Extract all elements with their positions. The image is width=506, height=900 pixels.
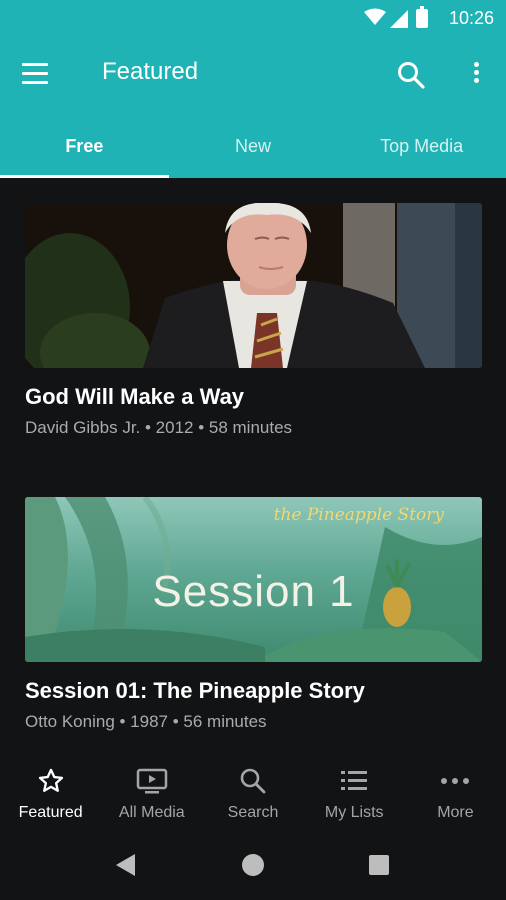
toolbar: Featured bbox=[0, 36, 506, 112]
thumbnail-logo: the Pineapple Story bbox=[273, 505, 444, 525]
media-title[interactable]: God Will Make a Way bbox=[25, 384, 482, 410]
star-icon bbox=[38, 768, 63, 792]
list-icon bbox=[341, 771, 368, 790]
media-thumbnail[interactable]: the Pineapple Story Session 1 bbox=[25, 497, 482, 662]
media-card[interactable]: the Pineapple Story Session 1 Session 01… bbox=[25, 497, 482, 732]
home-icon[interactable] bbox=[242, 854, 264, 876]
signal-icon bbox=[390, 10, 408, 28]
nav-all-media-label: All Media bbox=[118, 804, 185, 821]
media-meta: David Gibbs Jr. • 2012 • 58 minutes bbox=[25, 418, 293, 437]
search-icon[interactable] bbox=[396, 60, 426, 90]
nav-more-label: More bbox=[437, 804, 474, 821]
nav-more[interactable]: More bbox=[405, 748, 506, 832]
overflow-menu-icon[interactable] bbox=[468, 60, 484, 90]
search-icon bbox=[240, 768, 266, 794]
tab-bar: Free New Top Media bbox=[0, 112, 506, 178]
bottom-navigation: Featured All Media Search My Lists More bbox=[0, 748, 506, 832]
status-time: 10:26 bbox=[448, 8, 494, 28]
more-horizontal-icon bbox=[441, 778, 470, 784]
system-navigation-bar bbox=[0, 832, 506, 900]
nav-all-media[interactable]: All Media bbox=[101, 748, 202, 832]
tv-play-icon bbox=[136, 768, 168, 794]
nav-featured-label: Featured bbox=[18, 804, 83, 821]
media-meta: Otto Koning • 1987 • 56 minutes bbox=[25, 712, 267, 731]
nav-featured[interactable]: Featured bbox=[0, 748, 101, 832]
media-card[interactable]: God Will Make a Way David Gibbs Jr. • 20… bbox=[25, 203, 482, 438]
nav-search-label: Search bbox=[227, 804, 279, 821]
nav-my-lists[interactable]: My Lists bbox=[304, 748, 405, 832]
back-icon[interactable] bbox=[116, 854, 135, 876]
tab-top-media[interactable]: Top Media bbox=[337, 112, 506, 178]
media-thumbnail[interactable] bbox=[25, 203, 482, 368]
media-list: God Will Make a Way David Gibbs Jr. • 20… bbox=[0, 178, 506, 748]
tab-free[interactable]: Free bbox=[0, 112, 169, 178]
thumbnail-caption: Session 1 bbox=[152, 567, 355, 616]
battery-icon bbox=[416, 6, 428, 28]
status-bar: 10:26 bbox=[0, 0, 506, 36]
nav-search[interactable]: Search bbox=[202, 748, 303, 832]
page-title: Featured bbox=[102, 58, 199, 85]
menu-icon[interactable] bbox=[22, 60, 58, 90]
recent-apps-icon[interactable] bbox=[369, 855, 389, 875]
app-bar: 10:26 Featured Free New Top Media bbox=[0, 0, 506, 178]
media-title[interactable]: Session 01: The Pineapple Story bbox=[25, 678, 482, 704]
tab-new[interactable]: New bbox=[169, 112, 338, 178]
nav-my-lists-label: My Lists bbox=[324, 804, 384, 821]
wifi-icon bbox=[364, 8, 386, 25]
